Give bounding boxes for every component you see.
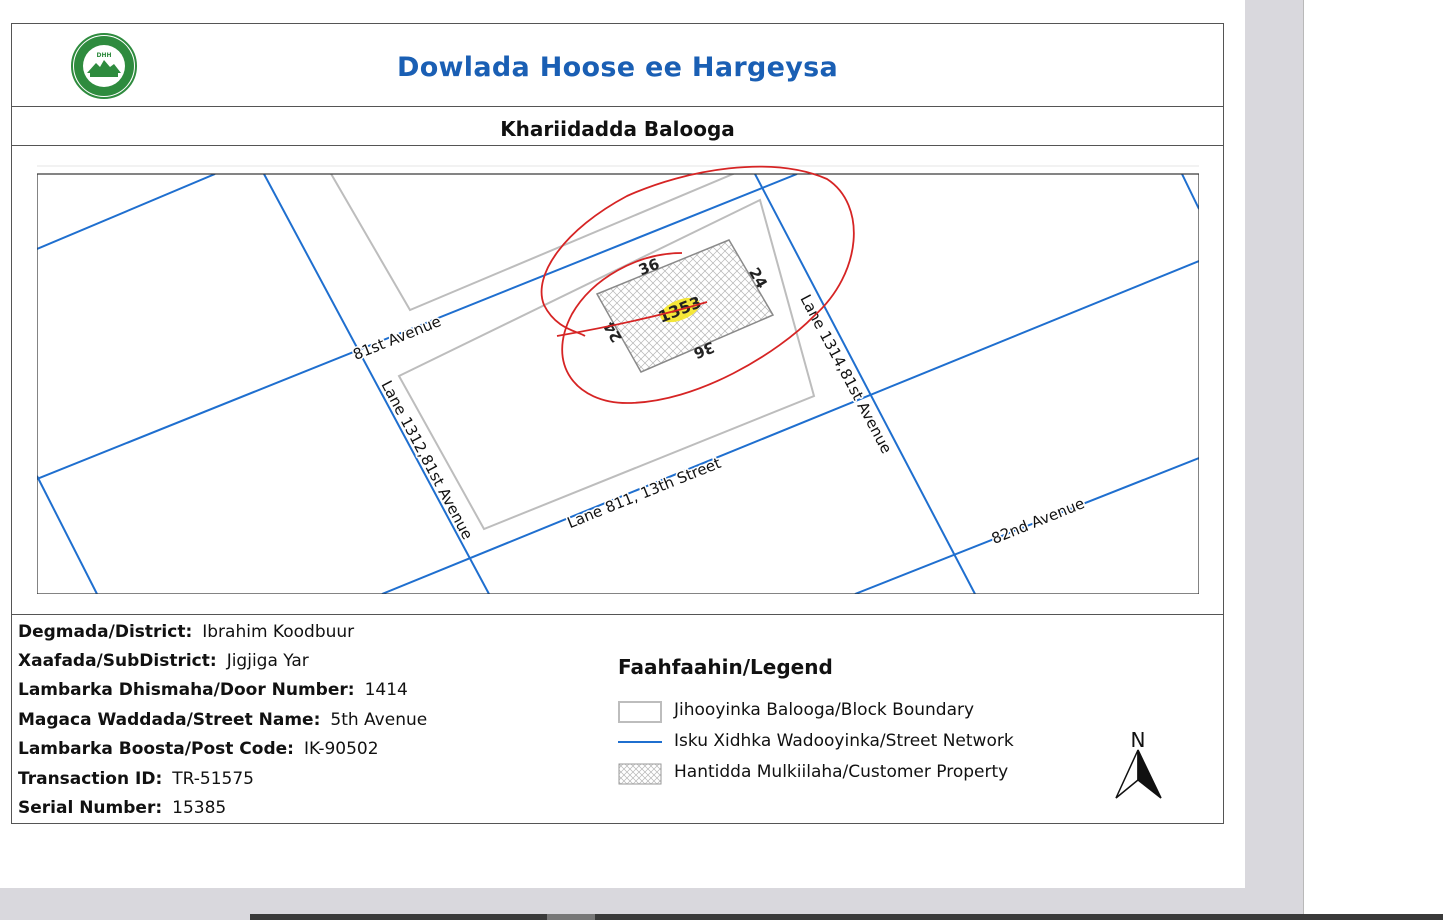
block-map: 1353 36 24 36 24 81st Avenue Lane 1312,8… — [37, 165, 1199, 594]
serial-number-value: 15385 — [172, 798, 227, 818]
block-boundary — [397, 198, 816, 531]
street-segment — [1181, 174, 1199, 210]
transaction-id-value: TR-51575 — [172, 769, 254, 789]
serial-number-label: Serial Number: — [18, 798, 163, 818]
map-subtitle: Khariidadda Balooga — [500, 117, 735, 141]
north-label: N — [1131, 728, 1146, 752]
label-lane-811: Lane 811, 13th Street — [565, 454, 724, 532]
label-81st-avenue: 81st Avenue — [350, 312, 443, 364]
serial-number-row: Serial Number: 15385 — [18, 798, 226, 818]
block-boundary-swatch — [618, 701, 662, 723]
transaction-id-label: Transaction ID: — [18, 769, 163, 789]
legend-title: Faahfaahin/Legend — [618, 655, 833, 679]
label-lane-1312: Lane 1312,81st Avenue — [377, 378, 476, 543]
north-arrow-icon: N — [1115, 728, 1162, 799]
door-number-label: Lambarka Dhismaha/Door Number: — [18, 680, 355, 700]
viewer-gutter — [1245, 0, 1303, 920]
post-code-value: IK-90502 — [303, 739, 379, 759]
info-separator — [11, 614, 1224, 615]
subdistrict-row: Xaafada/SubDistrict: Jigjiga Yar — [18, 651, 309, 671]
legend-item-customer-property: Hantidda Mulkiilaha/Customer Property — [674, 762, 1009, 782]
label-lane-1314: Lane 1314,81st Avenue — [796, 292, 895, 457]
street-line-swatch — [618, 741, 662, 743]
district-value: Ibrahim Koodbuur — [202, 622, 355, 642]
legend-item-street-network: Isku Xidhka Wadooyinka/Street Network — [674, 731, 1014, 751]
door-number-value: 1414 — [364, 680, 408, 700]
district-label: Degmada/District: — [18, 622, 193, 642]
post-code-row: Lambarka Boosta/Post Code: IK-90502 — [18, 739, 379, 759]
hatched-property-swatch — [618, 763, 662, 785]
street-segment — [37, 174, 216, 250]
subdistrict-value: Jigjiga Yar — [226, 651, 309, 671]
subdistrict-label: Xaafada/SubDistrict: — [18, 651, 217, 671]
label-82nd-avenue: 82nd Avenue — [989, 494, 1087, 548]
legend-item-block-boundary: Jihooyinka Balooga/Block Boundary — [674, 700, 975, 720]
door-number-row: Lambarka Dhismaha/Door Number: 1414 — [18, 680, 408, 700]
street-lane-1314 — [754, 174, 976, 594]
street-segment — [37, 475, 98, 594]
page-title: Dowlada Hoose ee Hargeysa — [397, 52, 838, 83]
street-name-label: Magaca Waddada/Street Name: — [18, 710, 321, 730]
horizontal-scrollbar[interactable] — [250, 914, 1443, 920]
district-row: Degmada/District: Ibrahim Koodbuur — [18, 622, 354, 642]
transaction-id-row: Transaction ID: TR-51575 — [18, 769, 254, 789]
side-panel — [1303, 0, 1443, 920]
street-name-value: 5th Avenue — [330, 710, 428, 730]
post-code-label: Lambarka Boosta/Post Code: — [18, 739, 294, 759]
street-name-row: Magaca Waddada/Street Name: 5th Avenue — [18, 710, 427, 730]
scrollbar-thumb[interactable] — [547, 914, 595, 920]
